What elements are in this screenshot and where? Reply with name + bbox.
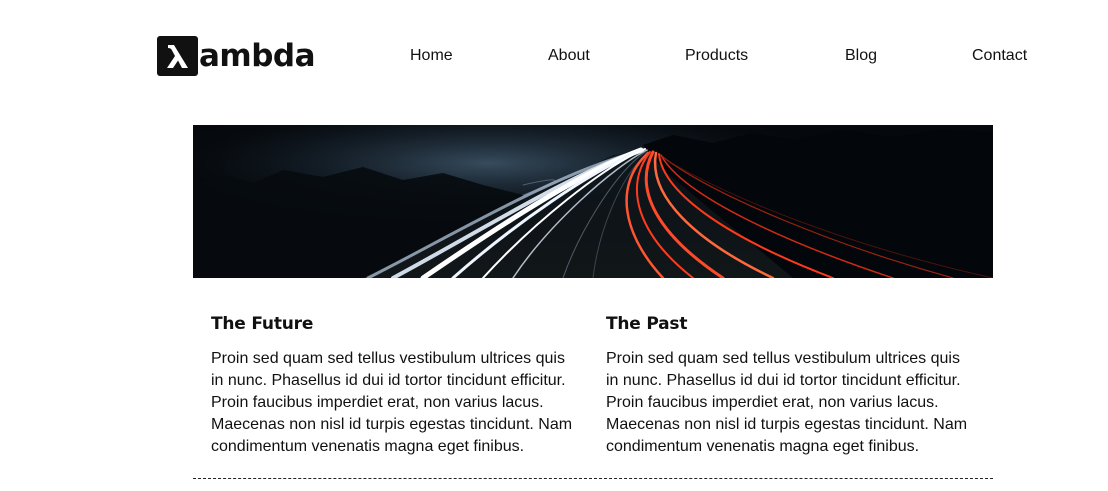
column-the-future: The Future Proin sed quam sed tellus ves… <box>211 312 581 458</box>
column-the-past: The Past Proin sed quam sed tellus vesti… <box>606 312 976 458</box>
nav-contact[interactable]: Contact <box>972 44 1027 68</box>
column-body: Proin sed quam sed tellus vestibulum ult… <box>211 350 573 455</box>
section-divider <box>193 478 993 479</box>
nav-blog[interactable]: Blog <box>845 44 877 68</box>
main-nav: Home About Products Blog Contact <box>0 44 1108 68</box>
column-title: The Past <box>606 314 688 334</box>
column-body: Proin sed quam sed tellus vestibulum ult… <box>606 350 968 455</box>
nav-about[interactable]: About <box>548 44 590 68</box>
nav-home[interactable]: Home <box>410 44 453 68</box>
hero-image <box>193 125 993 278</box>
column-title: The Future <box>211 314 314 334</box>
nav-products[interactable]: Products <box>685 44 748 68</box>
